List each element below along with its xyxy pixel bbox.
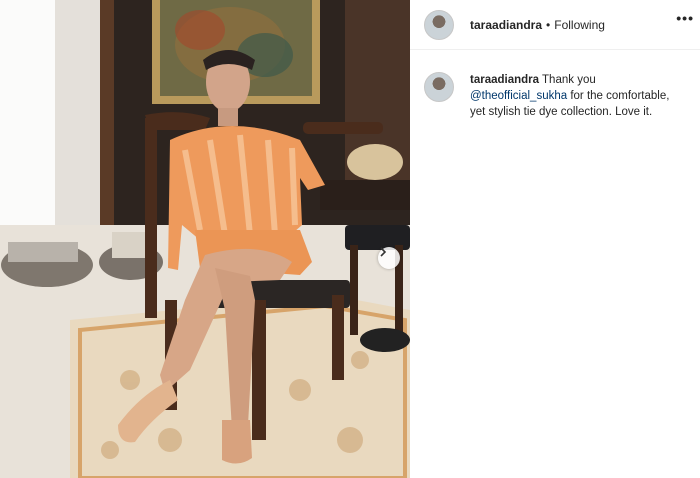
- caption-comment: taraadiandra Thank you @theofficial_sukh…: [410, 50, 700, 120]
- caption-username[interactable]: taraadiandra: [470, 74, 539, 86]
- photo-illustration: [0, 0, 410, 478]
- header-separator: •: [546, 17, 551, 32]
- chevron-right-icon: [380, 247, 387, 257]
- carousel-next-button[interactable]: [378, 247, 400, 269]
- post-header: taraadiandra • Following •••: [410, 0, 700, 50]
- post-photo[interactable]: [0, 0, 410, 478]
- post-side-panel: taraadiandra • Following ••• taraadiandr…: [410, 0, 700, 478]
- following-button[interactable]: Following: [554, 18, 605, 32]
- caption-mention-link[interactable]: @theofficial_sukha: [470, 90, 567, 102]
- avatar[interactable]: [424, 72, 454, 102]
- caption-text: taraadiandra Thank you @theofficial_sukh…: [470, 72, 670, 120]
- header-username[interactable]: taraadiandra: [470, 18, 542, 32]
- avatar[interactable]: [424, 9, 454, 40]
- caption-text-before: Thank you: [542, 74, 596, 86]
- more-horizontal-icon[interactable]: •••: [676, 10, 694, 26]
